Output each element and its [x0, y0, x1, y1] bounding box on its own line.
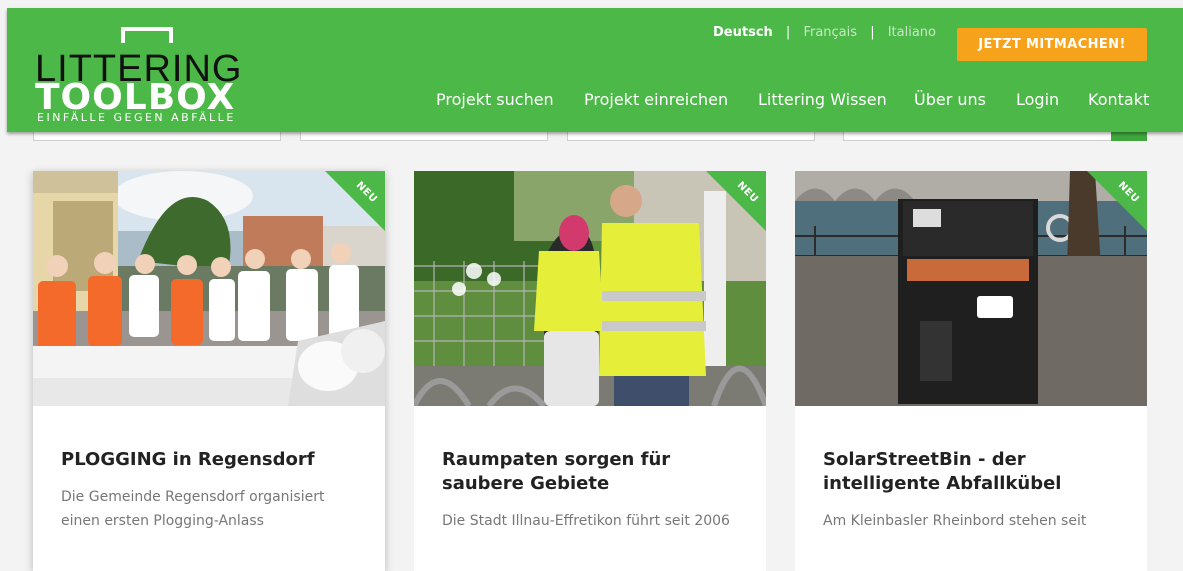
nav-projekt-einreichen[interactable]: Projekt einreichen [584, 90, 728, 109]
project-image[interactable]: NEU [33, 171, 385, 406]
project-image[interactable]: NEU [795, 171, 1147, 406]
card-title[interactable]: SolarStreetBin - der intelligente Abfall… [823, 448, 1123, 496]
project-card[interactable]: NEU Raumpaten sorgen für saubere Gebiete… [414, 171, 766, 571]
nav-login[interactable]: Login [1016, 90, 1059, 109]
jetzt-mitmachen-button[interactable]: JETZT MITMACHEN! [957, 28, 1147, 61]
new-ribbon [1087, 171, 1147, 231]
new-ribbon [325, 171, 385, 231]
new-ribbon [706, 171, 766, 231]
project-image[interactable]: NEU [414, 171, 766, 406]
card-excerpt: Die Gemeinde Regensdorf organisiert eine… [61, 489, 325, 529]
card-title[interactable]: Raumpaten sorgen für saubere Gebiete [442, 448, 742, 496]
nav-kontakt[interactable]: Kontakt [1088, 90, 1149, 109]
lang-separator: | [785, 25, 791, 40]
nav-littering-wissen[interactable]: Littering Wissen [758, 90, 887, 109]
site-logo[interactable]: LITTERING TOOLBOX EINFÄLLE GEGEN ABFÄLLE [35, 26, 255, 126]
nav-ueber-uns[interactable]: Über uns [914, 90, 986, 109]
lang-separator: | [870, 25, 875, 40]
logo-bracket-icon [121, 27, 173, 43]
card-title[interactable]: PLOGGING in Regensdorf [61, 448, 361, 472]
lang-deutsch[interactable]: Deutsch [713, 25, 773, 40]
card-excerpt: Am Kleinbasler Rheinbord stehen seit [823, 513, 1087, 529]
lang-italiano[interactable]: Italiano [888, 25, 936, 40]
site-header: LITTERING TOOLBOX EINFÄLLE GEGEN ABFÄLLE… [7, 8, 1183, 132]
project-card[interactable]: NEU PLOGGING in Regensdorf Die Gemeinde … [33, 171, 385, 571]
language-switcher: Deutsch | Français | Italiano [713, 25, 936, 40]
project-card[interactable]: NEU SolarStreetBin - der intelligente Ab… [795, 171, 1147, 571]
lang-francais[interactable]: Français [803, 25, 857, 40]
card-excerpt: Die Stadt Illnau-Effretikon führt seit 2… [442, 513, 730, 529]
nav-projekt-suchen[interactable]: Projekt suchen [436, 90, 554, 109]
logo-tagline: EINFÄLLE GEGEN ABFÄLLE [37, 111, 236, 124]
